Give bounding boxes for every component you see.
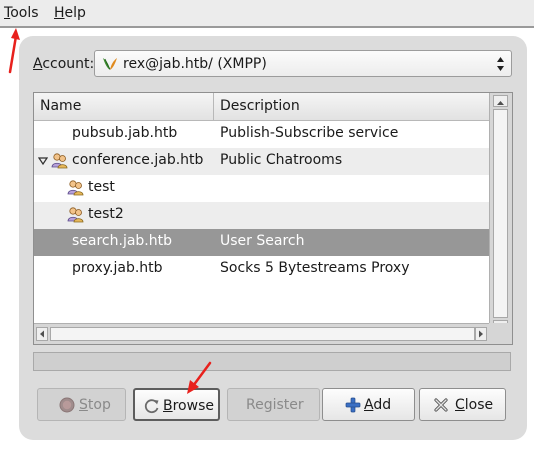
register-label: Register	[246, 397, 304, 413]
service-discovery-dialog: Account: rex@jab.htb/ (XMPP) Name Descri…	[19, 36, 527, 440]
horizontal-scrollbar[interactable]	[34, 323, 489, 344]
refresh-icon	[144, 399, 159, 414]
account-value: rex@jab.htb/ (XMPP)	[123, 56, 267, 72]
tree-row-selected[interactable]: search.jab.htb User Search	[34, 229, 489, 256]
account-label: Account:	[33, 56, 95, 72]
add-label: Add	[364, 397, 392, 413]
tree-row[interactable]: pubsub.jab.htb Publish-Subscribe service	[34, 121, 489, 148]
menu-tools[interactable]: Tools	[4, 5, 39, 21]
arrow-right-icon	[479, 330, 483, 338]
tree-row[interactable]: test2	[34, 202, 489, 229]
close-button[interactable]: Close	[419, 388, 506, 421]
row-name: test	[88, 179, 115, 195]
select-spin-icon	[497, 57, 504, 71]
stop-label: Stop	[79, 397, 111, 413]
xmpp-icon	[103, 58, 117, 70]
horizontal-scroll-thumb[interactable]	[50, 327, 475, 341]
row-name: search.jab.htb	[72, 233, 173, 249]
chatroom-icon	[51, 153, 68, 169]
row-name: pubsub.jab.htb	[72, 125, 178, 141]
register-button[interactable]: Register	[227, 388, 320, 421]
column-header-description[interactable]: Description	[214, 93, 489, 120]
close-icon	[434, 398, 448, 412]
browse-label: Browse	[163, 398, 214, 414]
stop-icon	[59, 397, 75, 413]
services-tree[interactable]: Name Description pubsub.jab.htb Publish-…	[33, 92, 513, 345]
row-name: conference.jab.htb	[72, 152, 204, 168]
annotation-arrow-tools	[8, 28, 20, 74]
annotation-arrow-browse	[187, 361, 212, 394]
tree-row[interactable]: test	[34, 175, 489, 202]
expander-down-icon[interactable]	[38, 156, 48, 166]
column-header-name[interactable]: Name	[34, 93, 214, 120]
chatroom-icon	[67, 180, 84, 196]
row-description: Publish-Subscribe service	[220, 125, 399, 141]
menu-bar-divider	[0, 26, 534, 28]
scroll-left-button[interactable]	[36, 327, 48, 341]
row-description: User Search	[220, 233, 305, 249]
row-description: Public Chatrooms	[220, 152, 343, 168]
stop-button[interactable]: Stop	[37, 388, 126, 421]
account-select[interactable]: rex@jab.htb/ (XMPP)	[94, 50, 512, 77]
row-name: test2	[88, 206, 124, 222]
menu-help[interactable]: Help	[54, 5, 86, 21]
scroll-corner	[489, 323, 512, 344]
vertical-scroll-thumb[interactable]	[493, 109, 508, 318]
arrow-up-icon	[497, 101, 504, 105]
row-name: proxy.jab.htb	[72, 260, 163, 276]
add-button[interactable]: Add	[322, 388, 415, 421]
row-description: Socks 5 Bytestreams Proxy	[220, 260, 410, 276]
menu-bar: Tools Help	[0, 0, 534, 27]
plus-icon	[345, 397, 361, 413]
tree-header: Name Description	[34, 93, 489, 121]
scroll-right-button[interactable]	[475, 327, 487, 341]
chatroom-icon	[67, 207, 84, 223]
vertical-scrollbar[interactable]	[489, 93, 512, 344]
tree-row[interactable]: conference.jab.htb Public Chatrooms	[34, 148, 489, 175]
scroll-up-button[interactable]	[493, 95, 508, 107]
close-label: Close	[455, 397, 494, 413]
tree-row[interactable]: proxy.jab.htb Socks 5 Bytestreams Proxy	[34, 256, 489, 283]
progress-bar	[33, 352, 511, 371]
arrow-left-icon	[40, 330, 44, 338]
